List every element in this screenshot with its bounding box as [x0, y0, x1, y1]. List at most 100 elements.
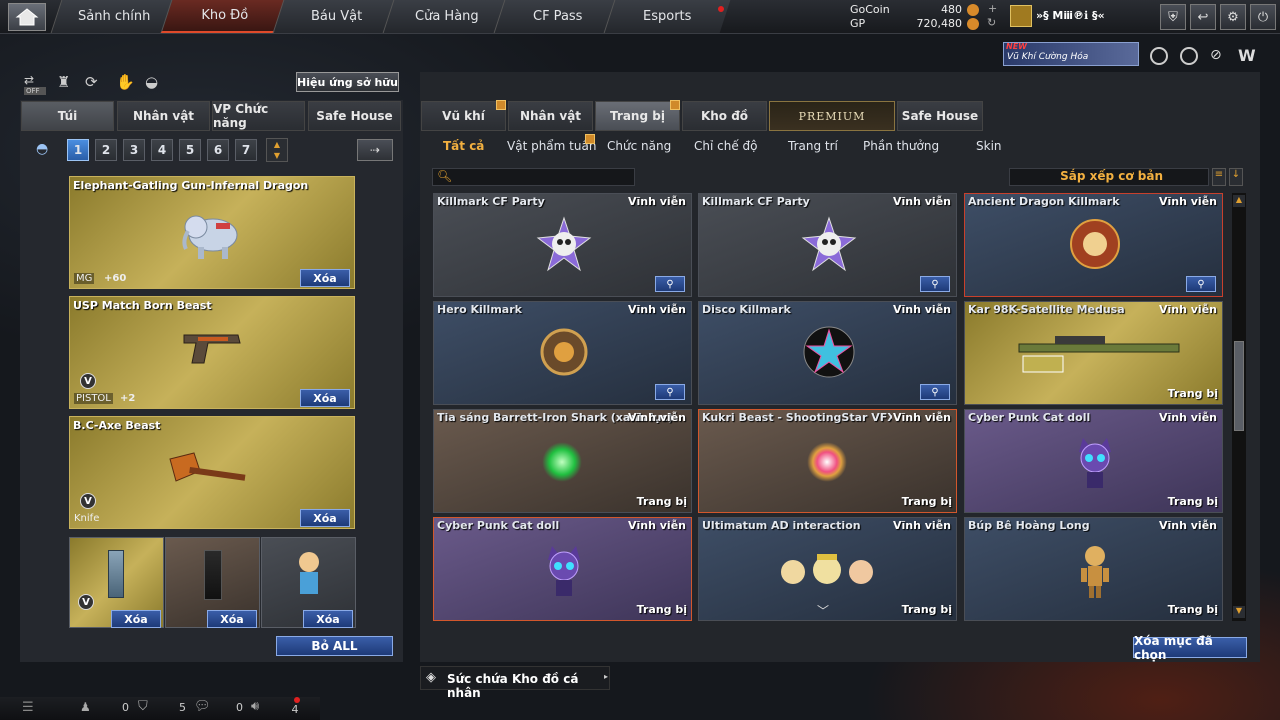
sort-direction-icon[interactable]: ↓	[1229, 168, 1243, 186]
inventory-item-12[interactable]: Búp Bê Hoàng Long Vĩnh viễn Trang bị	[964, 517, 1223, 621]
scroll-down-arrow[interactable]: ▼	[1233, 606, 1245, 618]
chat-icon[interactable]: 💬︎	[194, 699, 211, 714]
inventory-item-10[interactable]: Cyber Punk Cat doll Vĩnh viễn Trang bị	[433, 517, 692, 621]
refresh-icon[interactable]: ↻	[987, 16, 996, 29]
inventory-item-9[interactable]: Cyber Punk Cat doll Vĩnh viễn Trang bị	[964, 409, 1223, 513]
equip-button[interactable]: Trang bị	[902, 603, 952, 616]
transfer-icon[interactable]: ⇢	[357, 139, 393, 161]
clan-icon[interactable]: ⛉	[138, 699, 148, 714]
shield-icon[interactable]: ⛨	[1160, 4, 1186, 30]
delete-button[interactable]: Xóa	[207, 610, 257, 628]
bag-item-1[interactable]: Elephant-Gatling Gun-Infernal Dragon MG …	[69, 176, 355, 289]
owned-effects-button[interactable]: Hiệu ứng sở hữu	[296, 72, 399, 92]
equip-button[interactable]: Trang bị	[637, 603, 687, 616]
search-input[interactable]: 🔍︎	[432, 168, 635, 186]
v-badge-icon[interactable]	[1150, 47, 1168, 65]
power-icon[interactable]: ⏻	[1250, 4, 1276, 30]
nav-tab-treasure[interactable]: Báu Vật	[272, 0, 400, 33]
inventory-item-1[interactable]: Killmark CF Party Vĩnh viễn ⚲	[433, 193, 692, 297]
tab-safe-house-right[interactable]: Safe House	[897, 101, 983, 131]
bag-item-2[interactable]: USP Match Born Beast V PISTOL +2 Xóa	[69, 296, 355, 409]
page-4[interactable]: 4	[151, 139, 173, 161]
page-5[interactable]: 5	[179, 139, 201, 161]
tab-equipment[interactable]: Trang bị	[595, 101, 680, 131]
capacity-bar[interactable]: ◈ Sức chứa Kho đồ cá nhân ▸	[420, 666, 610, 700]
add-icon[interactable]: +	[988, 2, 997, 15]
delete-selected-button[interactable]: Xóa mục đã chọn	[1133, 634, 1247, 662]
delete-button[interactable]: Xóa	[300, 509, 350, 527]
delete-button[interactable]: Xóa	[300, 269, 350, 287]
bag-item-3[interactable]: B.C-Axe Beast V Knife Xóa	[69, 416, 355, 529]
exit-icon[interactable]: ↩	[1190, 4, 1216, 30]
inspect-button[interactable]: ⚲	[655, 276, 685, 292]
subtab-all[interactable]: Tất cả	[443, 139, 484, 153]
scroll-up-arrow[interactable]: ▲	[1233, 195, 1245, 207]
tab-bag[interactable]: Túi	[21, 101, 114, 131]
tab-character[interactable]: Nhân vật	[117, 101, 210, 131]
equip-button[interactable]: Trang bị	[1168, 603, 1218, 616]
tab-safe-house[interactable]: Safe House	[308, 101, 401, 131]
nav-tab-shop[interactable]: Cửa Hàng	[382, 0, 510, 33]
globe-icon[interactable]	[1180, 47, 1198, 65]
inventory-item-4[interactable]: Hero Killmark Vĩnh viễn ⚲	[433, 301, 692, 405]
delete-button[interactable]: Xóa	[303, 610, 353, 628]
rotate-icon[interactable]: ⟳	[85, 73, 98, 91]
nav-tab-lobby[interactable]: Sảnh chính	[50, 0, 178, 33]
inventory-item-5[interactable]: Disco Killmark Vĩnh viễn ⚲	[698, 301, 957, 405]
delete-button[interactable]: Xóa	[111, 610, 161, 628]
nav-tab-esports[interactable]: Esports	[603, 0, 731, 33]
page-3[interactable]: 3	[123, 139, 145, 161]
character-icon[interactable]: ♜	[57, 73, 70, 91]
tab-premium[interactable]: PREMIUM	[769, 101, 895, 131]
subtab-decoration[interactable]: Trang trí	[788, 139, 838, 153]
gear-icon[interactable]: ⚙	[1220, 4, 1246, 30]
sort-dropdown[interactable]: Sắp xếp cơ bản	[1009, 168, 1209, 186]
inventory-item-3[interactable]: Ancient Dragon Killmark Vĩnh viễn ⚲	[964, 193, 1223, 297]
inventory-item-8[interactable]: Kukri Beast - ShootingStar VFX Vĩnh viễn…	[698, 409, 957, 513]
tab-function-items[interactable]: VP Chức năng	[212, 101, 305, 131]
page-2[interactable]: 2	[95, 139, 117, 161]
small-item-flash[interactable]: Xóa	[165, 537, 260, 628]
subtab-function[interactable]: Chức năng	[607, 139, 671, 153]
inventory-item-7[interactable]: Tia sáng Barrett-Iron Shark (xanh lục) V…	[433, 409, 692, 513]
tab-storage[interactable]: Kho đồ	[682, 101, 767, 131]
page-7[interactable]: 7	[235, 139, 257, 161]
scroll-thumb[interactable]	[1234, 341, 1244, 431]
tab-characters[interactable]: Nhân vật	[508, 101, 593, 131]
no-weapon-icon[interactable]: ⊘	[1210, 47, 1228, 65]
promo-banner[interactable]: NEW Vũ Khí Cường Hóa	[1003, 42, 1139, 66]
pose-icon[interactable]: ✋	[116, 73, 135, 91]
home-button[interactable]	[8, 3, 46, 31]
speaker-icon[interactable]: 🔊︎	[251, 699, 259, 714]
w-logo-icon[interactable]: W	[1238, 46, 1256, 65]
equip-button[interactable]: Trang bị	[1168, 495, 1218, 508]
menu-icon[interactable]: ☰	[22, 700, 34, 715]
page-stepper[interactable]: ▲ ▼	[266, 138, 288, 162]
chevron-down-icon[interactable]: ﹀	[817, 602, 829, 619]
subtab-reward[interactable]: Phần thưởng	[863, 139, 939, 153]
page-1[interactable]: 1	[67, 139, 89, 161]
small-item-grenade[interactable]: V Xóa	[69, 537, 164, 628]
inspect-button[interactable]: ⚲	[655, 384, 685, 400]
small-item-figure[interactable]: Xóa	[261, 537, 356, 628]
inventory-item-2[interactable]: Killmark CF Party Vĩnh viễn ⚲	[698, 193, 957, 297]
scrollbar[interactable]: ▲ ▼	[1232, 193, 1246, 621]
inspect-button[interactable]: ⚲	[920, 384, 950, 400]
page-6[interactable]: 6	[207, 139, 229, 161]
list-view-icon[interactable]: ≡	[1212, 168, 1226, 186]
friends-icon[interactable]: ♟	[80, 700, 91, 714]
remove-all-button[interactable]: Bỏ ALL	[276, 636, 393, 656]
nav-tab-cf-pass[interactable]: CF Pass	[493, 0, 621, 33]
bag-icon[interactable]: ◒	[145, 73, 158, 91]
inventory-item-11[interactable]: Ultimatum AD interaction Vĩnh viễn ﹀ Tra…	[698, 517, 957, 621]
delete-button[interactable]: Xóa	[300, 389, 350, 407]
equip-button[interactable]: Trang bị	[1168, 387, 1218, 400]
inspect-button[interactable]: ⚲	[1186, 276, 1216, 292]
tab-weapons[interactable]: Vũ khí	[421, 101, 506, 131]
nav-tab-inventory[interactable]: Kho Đồ	[160, 0, 288, 33]
subtab-mode-only[interactable]: Chỉ chế độ	[694, 139, 758, 153]
subtab-skin[interactable]: Skin	[976, 139, 1002, 153]
inventory-item-6[interactable]: Kar 98K-Satellite Medusa Vĩnh viễn Trang…	[964, 301, 1223, 405]
equip-button[interactable]: Trang bị	[637, 495, 687, 508]
equip-button[interactable]: Trang bị	[902, 495, 952, 508]
